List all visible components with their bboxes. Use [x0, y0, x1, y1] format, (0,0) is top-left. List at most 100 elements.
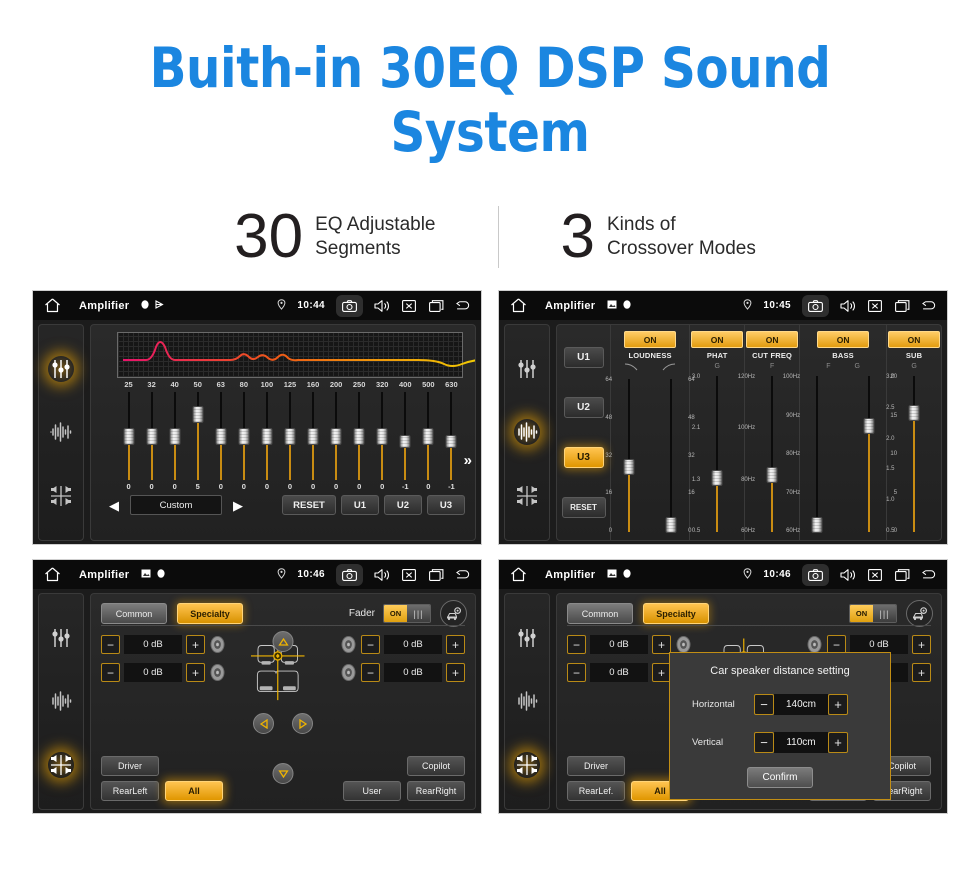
sidebar-item-equalizer[interactable]	[514, 625, 540, 651]
eq-slider-band[interactable]	[232, 390, 255, 482]
tab-specialty[interactable]: Specialty	[643, 603, 709, 624]
tab-common[interactable]: Common	[567, 603, 633, 624]
eq-slider-band[interactable]	[255, 390, 278, 482]
sidebar-item-waveform[interactable]	[48, 688, 74, 714]
position-rearright-button[interactable]: RearRight	[407, 781, 465, 801]
sidebar-item-waveform[interactable]	[514, 419, 540, 446]
eq-slider-band[interactable]	[394, 390, 417, 482]
tab-common[interactable]: Common	[101, 603, 167, 624]
eq-slider-band[interactable]	[325, 390, 348, 482]
close-box-icon[interactable]	[867, 298, 883, 314]
next-preset-button[interactable]: ▶	[227, 496, 249, 515]
increase-button[interactable]: +	[186, 663, 205, 682]
position-driver-button[interactable]: Driver	[567, 756, 625, 776]
eq-slider-band[interactable]	[209, 390, 232, 482]
eq-slider-band[interactable]	[163, 390, 186, 482]
home-icon[interactable]	[44, 298, 61, 313]
eq-slider-band[interactable]	[348, 390, 371, 482]
left-arrow-icon[interactable]	[253, 713, 274, 734]
increase-button[interactable]: +	[912, 635, 931, 654]
decrease-button[interactable]: −	[754, 732, 774, 753]
position-all-button[interactable]: All	[165, 781, 223, 801]
increase-button[interactable]: +	[828, 732, 848, 753]
position-rearleft-button[interactable]: RearLeft	[101, 781, 159, 801]
fader-toggle[interactable]: ON |||	[849, 604, 897, 623]
sub-on-button[interactable]: ON	[888, 331, 941, 348]
increase-button[interactable]: +	[828, 694, 848, 715]
loudness-slider-a[interactable]: 64 48 32 16 0	[605, 375, 646, 536]
reset-button[interactable]: RESET	[282, 495, 336, 515]
recent-apps-icon[interactable]	[428, 298, 444, 314]
home-icon[interactable]	[44, 567, 61, 582]
recent-apps-icon[interactable]	[428, 567, 444, 583]
decrease-button[interactable]: −	[101, 635, 120, 654]
cut-freq-on-button[interactable]: ON	[746, 331, 799, 348]
position-copilot-button[interactable]: Copilot	[407, 756, 465, 776]
position-rearleft-button[interactable]: RearLef.	[567, 781, 625, 801]
eq-slider-band[interactable]	[440, 390, 463, 482]
back-arrow-icon[interactable]	[921, 298, 937, 314]
car-settings-icon[interactable]	[440, 600, 467, 627]
recent-apps-icon[interactable]	[894, 298, 910, 314]
up-arrow-icon[interactable]	[272, 631, 294, 652]
eq-slider-band[interactable]	[371, 390, 394, 482]
sidebar-item-waveform[interactable]	[514, 688, 540, 714]
volume-icon[interactable]	[840, 567, 856, 583]
home-icon[interactable]	[510, 567, 527, 582]
sidebar-item-equalizer[interactable]	[48, 355, 74, 382]
sidebar-item-equalizer[interactable]	[514, 356, 540, 382]
decrease-button[interactable]: −	[754, 694, 774, 715]
bass-on-button[interactable]: ON	[817, 331, 870, 348]
fader-toggle[interactable]: ON |||	[383, 604, 431, 623]
position-driver-button[interactable]: Driver	[101, 756, 159, 776]
sub-gain-slider[interactable]: 20 15 10 5 0	[890, 372, 931, 536]
preset-u1-button[interactable]: U1	[341, 495, 379, 515]
home-icon[interactable]	[510, 298, 527, 313]
increase-button[interactable]: +	[446, 663, 465, 682]
eq-slider-band[interactable]	[417, 390, 440, 482]
bass-freq-slider[interactable]: 100Hz 90Hz 80Hz 70Hz 60Hz	[783, 372, 834, 536]
decrease-button[interactable]: −	[567, 663, 586, 682]
tab-specialty[interactable]: Specialty	[177, 603, 243, 624]
eq-slider-band[interactable]	[278, 390, 301, 482]
next-bands-chevron-icon[interactable]: »	[464, 453, 472, 468]
preset-name-display[interactable]: Custom	[130, 495, 222, 515]
decrease-button[interactable]: −	[361, 663, 380, 682]
camera-icon[interactable]	[336, 294, 363, 317]
close-box-icon[interactable]	[401, 567, 417, 583]
sidebar-item-balance[interactable]	[48, 483, 74, 509]
preset-u1-button[interactable]: U1	[563, 346, 604, 368]
volume-icon[interactable]	[374, 298, 390, 314]
preset-u2-button[interactable]: U2	[384, 495, 422, 515]
camera-icon[interactable]	[336, 563, 363, 586]
back-arrow-icon[interactable]	[921, 567, 937, 583]
back-arrow-icon[interactable]	[455, 567, 471, 583]
loudness-on-button[interactable]: ON	[624, 331, 677, 348]
phat-on-button[interactable]: ON	[691, 331, 744, 348]
decrease-button[interactable]: −	[567, 635, 586, 654]
close-box-icon[interactable]	[867, 567, 883, 583]
decrease-button[interactable]: −	[361, 635, 380, 654]
car-settings-icon[interactable]	[906, 600, 933, 627]
volume-icon[interactable]	[840, 298, 856, 314]
prev-preset-button[interactable]: ◀	[103, 496, 125, 515]
sidebar-item-balance[interactable]	[514, 483, 540, 509]
preset-u3-button[interactable]: U3	[427, 495, 465, 515]
sidebar-item-balance[interactable]	[514, 752, 540, 779]
eq-slider-band[interactable]	[140, 390, 163, 482]
sidebar-item-waveform[interactable]	[48, 419, 74, 445]
recent-apps-icon[interactable]	[894, 567, 910, 583]
sidebar-item-equalizer[interactable]	[48, 625, 74, 651]
close-box-icon[interactable]	[401, 298, 417, 314]
right-arrow-icon[interactable]	[292, 713, 313, 734]
position-user-button[interactable]: User	[343, 781, 401, 801]
sidebar-item-balance[interactable]	[48, 752, 74, 779]
volume-icon[interactable]	[374, 567, 390, 583]
increase-button[interactable]: +	[186, 635, 205, 654]
eq-slider-band[interactable]	[302, 390, 325, 482]
confirm-button[interactable]: Confirm	[747, 767, 813, 788]
camera-icon[interactable]	[802, 563, 829, 586]
camera-icon[interactable]	[802, 294, 829, 317]
increase-button[interactable]: +	[446, 635, 465, 654]
increase-button[interactable]: +	[912, 663, 931, 682]
